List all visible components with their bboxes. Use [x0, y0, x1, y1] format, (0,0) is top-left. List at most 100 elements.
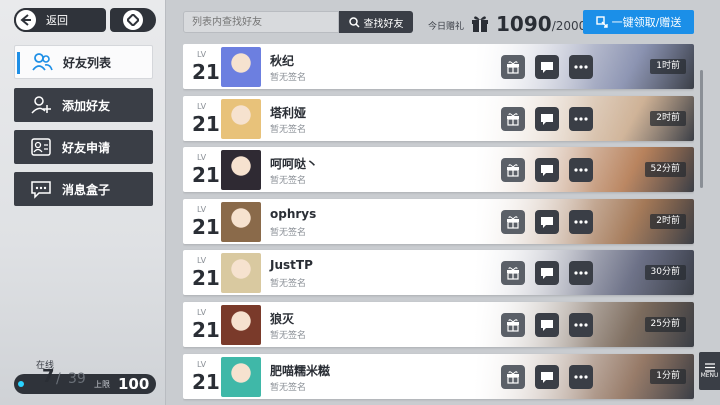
gift-send-icon: [507, 61, 519, 74]
avatar[interactable]: [221, 305, 261, 345]
more-icon: [574, 323, 588, 327]
claim-icon: [595, 16, 608, 28]
chat-icon: [541, 268, 553, 280]
friend-signature: 暂无签名: [270, 227, 307, 238]
online-bar: 7 / 39 上限 100: [14, 366, 156, 394]
chat-icon: [541, 320, 553, 331]
back-label: 返回: [46, 14, 68, 27]
friend-row[interactable]: LV 21 塔利娅 暂无签名 2时前: [183, 95, 694, 141]
menu-button[interactable]: MENU: [699, 352, 720, 390]
chat-icon: [541, 165, 553, 177]
more-icon: [574, 116, 588, 121]
more-button[interactable]: [569, 55, 593, 79]
gift-send-icon: [507, 267, 519, 280]
friend-name: JustTP: [270, 258, 313, 273]
friend-level: 21: [192, 163, 220, 188]
search-button[interactable]: 查找好友: [339, 11, 413, 33]
level-caption: LV: [197, 256, 207, 266]
more-button[interactable]: [569, 106, 593, 131]
search-input[interactable]: [183, 11, 339, 33]
claim-all-label: 一键领取/赠送: [611, 16, 682, 29]
friend-name: 秋纪: [270, 54, 295, 68]
gift-max: 2000: [555, 19, 587, 33]
level-caption: LV: [197, 153, 207, 163]
gift-button[interactable]: [501, 261, 525, 286]
row-actions: [501, 158, 593, 183]
claim-all-button[interactable]: 一键领取/赠送: [583, 10, 694, 34]
chat-icon: [541, 371, 553, 383]
level-caption: LV: [197, 50, 207, 59]
friend-list: LV 21 秋纪 暂无签名 1时前 LV 21 塔利娅 暂无签名 2时前 LV …: [183, 44, 694, 405]
sidebar-item-label: 好友申请: [62, 140, 111, 155]
friend-row[interactable]: LV 21 呵呵哒丶 暂无签名 52分前: [183, 147, 694, 193]
friend-level: 21: [192, 214, 220, 239]
avatar[interactable]: [221, 356, 261, 397]
sidebar-item-friend-list[interactable]: 好友列表: [14, 45, 153, 79]
last-online-time: 2时前: [650, 213, 686, 229]
friend-row[interactable]: LV 21 肥喵糯米糍 暂无签名 1分前: [183, 353, 694, 399]
friend-signature: 暂无签名: [270, 331, 307, 341]
chat-button[interactable]: [535, 364, 559, 389]
sidebar-item-message-box[interactable]: 消息盒子: [14, 172, 153, 206]
gift-button[interactable]: [501, 106, 525, 131]
row-actions: [501, 313, 593, 337]
search-button-label: 查找好友: [363, 18, 404, 30]
more-button[interactable]: [569, 313, 593, 337]
gift-send-icon: [507, 112, 519, 126]
more-button[interactable]: [569, 364, 593, 389]
chat-button[interactable]: [535, 55, 559, 79]
more-icon: [574, 65, 588, 69]
avatar[interactable]: [221, 201, 261, 242]
row-actions: [501, 106, 593, 131]
chat-icon: [541, 62, 553, 73]
friend-name: 肥喵糯米糍: [270, 363, 331, 378]
friend-row[interactable]: LV 21 秋纪 暂无签名 1时前: [183, 44, 694, 89]
last-online-time: 52分前: [644, 162, 686, 178]
avatar[interactable]: [221, 150, 261, 191]
search-bar: 查找好友: [183, 11, 413, 33]
search-icon: [348, 16, 360, 28]
avatar[interactable]: [221, 47, 261, 87]
sidebar-item-label: 好友列表: [63, 55, 112, 70]
avatar[interactable]: [221, 253, 261, 294]
more-button[interactable]: [569, 158, 593, 183]
home-button[interactable]: [110, 8, 156, 32]
sidebar-item-label: 消息盒子: [62, 182, 111, 197]
sidebar-item-friend-request[interactable]: 好友申请: [14, 130, 153, 164]
chat-button[interactable]: [535, 158, 559, 183]
sidebar-item-add-friend[interactable]: 添加好友: [14, 88, 153, 122]
online-slash: /: [56, 371, 61, 387]
more-button[interactable]: [569, 261, 593, 286]
friend-signature: 暂无签名: [270, 176, 307, 187]
more-button[interactable]: [569, 209, 593, 234]
friend-row[interactable]: LV 21 JustTP 暂无签名 30分前: [183, 250, 694, 296]
back-icon: [14, 8, 38, 32]
gift-button[interactable]: [501, 158, 525, 183]
gift-button[interactable]: [501, 209, 525, 234]
avatar[interactable]: [221, 98, 261, 139]
gift-button[interactable]: [501, 313, 525, 337]
online-dot-icon: [18, 381, 24, 387]
menu-label: MENU: [700, 372, 719, 379]
friend-row[interactable]: LV 21 ophrys 暂无签名 2时前: [183, 198, 694, 244]
friend-row[interactable]: LV 21 狼灭 暂无签名 25分前: [183, 302, 694, 347]
left-panel: 返回 好友列表 添加好友 好友申请 消息盒子 在线 7 / 39 上限 100: [0, 0, 166, 405]
last-online-time: 25分前: [644, 317, 686, 332]
more-icon: [574, 271, 588, 275]
gift-button[interactable]: [501, 55, 525, 79]
sidebar-item-label: 添加好友: [62, 98, 111, 113]
friend-signature: 暂无签名: [270, 73, 307, 83]
chat-button[interactable]: [535, 261, 559, 286]
row-actions: [501, 209, 593, 234]
gift-send-icon: [507, 164, 519, 177]
friend-level: 21: [192, 111, 220, 136]
chat-button[interactable]: [535, 106, 559, 131]
chat-button[interactable]: [535, 313, 559, 337]
friend-level: 21: [192, 369, 220, 394]
gift-button[interactable]: [501, 364, 525, 389]
back-button[interactable]: 返回: [14, 8, 106, 32]
chat-button[interactable]: [535, 209, 559, 234]
list-scrollbar[interactable]: [700, 70, 703, 188]
add-friend-icon: [28, 92, 54, 118]
online-total: 39: [68, 371, 86, 387]
